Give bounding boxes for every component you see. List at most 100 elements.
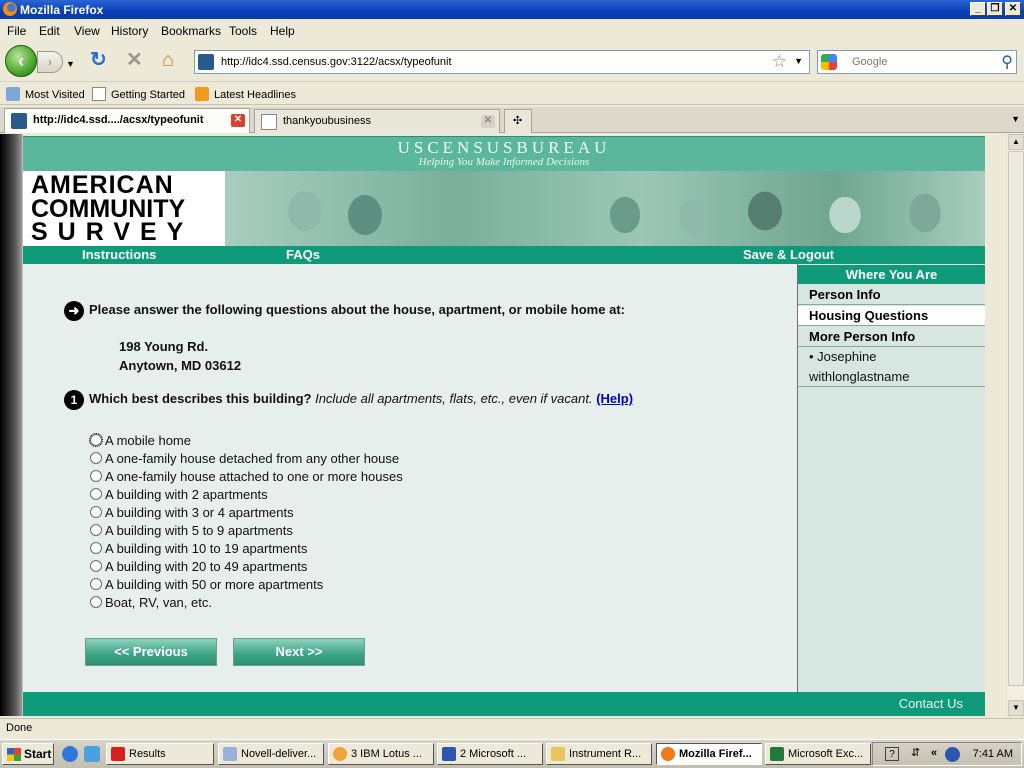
tab-thankyoubusiness[interactable]: thankyoubusiness ✕ bbox=[254, 109, 500, 133]
help-link[interactable]: (Help) bbox=[596, 391, 633, 406]
radio-button[interactable] bbox=[90, 524, 102, 536]
option-one-family-attached[interactable]: A one-family house attached to one or mo… bbox=[90, 469, 403, 485]
task-label: Microsoft Exc... bbox=[788, 748, 864, 760]
maximize-button[interactable]: ❐ bbox=[987, 2, 1003, 16]
tray-expand-icon[interactable]: « bbox=[931, 747, 937, 759]
google-icon[interactable] bbox=[821, 54, 837, 70]
option-label: A mobile home bbox=[105, 433, 191, 448]
next-button[interactable]: Next >> bbox=[233, 638, 365, 666]
sidebar-item-person-info[interactable]: Person Info bbox=[798, 285, 985, 305]
search-box[interactable]: Google ⚲ bbox=[817, 50, 1017, 74]
tab-typeofunit[interactable]: http://idc4.ssd..../acsx/typeofunit ✕ bbox=[4, 108, 250, 133]
quicklaunch-icon[interactable] bbox=[84, 746, 100, 762]
sidebar-item-more-person-info[interactable]: More Person Info bbox=[798, 327, 985, 347]
word-icon bbox=[442, 747, 456, 761]
sidebar-person-lastname[interactable]: withlonglastname bbox=[809, 369, 909, 384]
option-boat-rv-van[interactable]: Boat, RV, van, etc. bbox=[90, 595, 212, 611]
instructions-link[interactable]: Instructions bbox=[82, 247, 156, 262]
option-label: A building with 50 or more apartments bbox=[105, 577, 324, 592]
task-results[interactable]: Results bbox=[106, 743, 214, 765]
search-icon[interactable]: ⚲ bbox=[1001, 52, 1013, 72]
bookmark-star-icon[interactable]: ☆ bbox=[772, 52, 787, 72]
close-tab-icon[interactable]: ✕ bbox=[481, 115, 495, 128]
menu-history[interactable]: History bbox=[111, 24, 148, 38]
save-logout-link[interactable]: Save & Logout bbox=[743, 247, 834, 262]
option-5-9-apartments[interactable]: A building with 5 to 9 apartments bbox=[90, 523, 293, 539]
scroll-down-icon[interactable]: ▼ bbox=[1008, 700, 1024, 716]
menu-help[interactable]: Help bbox=[270, 24, 295, 38]
address-dropdown-icon[interactable]: ▼ bbox=[794, 56, 803, 66]
sidebar-item-housing-questions[interactable]: Housing Questions bbox=[798, 306, 985, 326]
tray-arrows-icon[interactable]: ⇵ bbox=[911, 746, 920, 759]
faqs-link[interactable]: FAQs bbox=[286, 247, 320, 262]
scroll-up-icon[interactable]: ▲ bbox=[1008, 134, 1024, 150]
close-window-button[interactable]: ✕ bbox=[1005, 2, 1021, 16]
task-novell-deliver[interactable]: Novell-deliver... bbox=[218, 743, 324, 765]
previous-button[interactable]: << Previous bbox=[85, 638, 217, 666]
menu-tools[interactable]: Tools bbox=[229, 24, 257, 38]
option-mobile-home[interactable]: A mobile home bbox=[89, 433, 191, 449]
tab-label: http://idc4.ssd..../acsx/typeofunit bbox=[33, 114, 204, 126]
scroll-thumb[interactable] bbox=[1008, 151, 1024, 686]
radio-button[interactable] bbox=[90, 578, 102, 590]
history-dropdown-icon[interactable]: ▼ bbox=[66, 54, 75, 74]
home-icon[interactable]: ⌂ bbox=[162, 50, 174, 70]
novell-icon bbox=[111, 747, 125, 761]
help-icon[interactable]: ? bbox=[885, 747, 899, 761]
radio-button[interactable] bbox=[89, 433, 103, 447]
task-label: Instrument R... bbox=[569, 748, 642, 760]
menu-file[interactable]: File bbox=[7, 24, 26, 38]
task-mozilla-firefox[interactable]: Mozilla Firef... bbox=[656, 743, 762, 765]
bookmark-latest-headlines[interactable]: Latest Headlines bbox=[195, 87, 296, 101]
new-tab-button[interactable]: ✣ bbox=[504, 109, 532, 133]
back-button[interactable]: ‹ bbox=[5, 45, 37, 77]
option-label: A building with 2 apartments bbox=[105, 487, 268, 502]
task-ibm-lotus[interactable]: 3 IBM Lotus ... bbox=[328, 743, 434, 765]
task-microsoft-excel[interactable]: Microsoft Exc... bbox=[765, 743, 871, 765]
radio-button[interactable] bbox=[90, 452, 102, 464]
clock: 7:41 AM bbox=[972, 748, 1013, 760]
radio-button[interactable] bbox=[90, 470, 102, 482]
option-10-19-apartments[interactable]: A building with 10 to 19 apartments bbox=[90, 541, 307, 557]
option-50-plus-apartments[interactable]: A building with 50 or more apartments bbox=[90, 577, 323, 593]
folder-icon bbox=[6, 87, 20, 101]
start-button[interactable]: Start bbox=[2, 743, 54, 765]
option-label: Boat, RV, van, etc. bbox=[105, 595, 212, 610]
address-bar[interactable]: http://idc4.ssd.census.gov:3122/acsx/typ… bbox=[194, 50, 810, 74]
address-line-2: Anytown, MD 03612 bbox=[119, 358, 242, 373]
vertical-scrollbar[interactable]: ▲ ▼ bbox=[1006, 134, 1024, 716]
option-2-apartments[interactable]: A building with 2 apartments bbox=[90, 487, 268, 503]
status-text: Done bbox=[6, 722, 33, 734]
menu-edit[interactable]: Edit bbox=[39, 24, 60, 38]
contact-us-link[interactable]: Contact Us bbox=[899, 696, 963, 711]
radio-button[interactable] bbox=[90, 542, 102, 554]
bookmark-most-visited[interactable]: Most Visited bbox=[6, 87, 85, 101]
ie-icon[interactable] bbox=[62, 746, 78, 762]
radio-button[interactable] bbox=[90, 596, 102, 608]
firefox-icon bbox=[3, 2, 17, 16]
task-label: 3 IBM Lotus ... bbox=[351, 748, 422, 760]
forward-button[interactable]: › bbox=[37, 51, 63, 73]
window-title-bar[interactable]: Mozilla Firefox _ ❐ ✕ bbox=[0, 0, 1024, 19]
stop-icon[interactable]: ✕ bbox=[126, 50, 143, 70]
menu-bookmarks[interactable]: Bookmarks bbox=[161, 24, 221, 38]
minimize-button[interactable]: _ bbox=[970, 2, 986, 16]
tab-list-dropdown-icon[interactable]: ▼ bbox=[1011, 114, 1020, 124]
radio-button[interactable] bbox=[90, 560, 102, 572]
option-one-family-detached[interactable]: A one-family house detached from any oth… bbox=[90, 451, 399, 467]
sidebar-person-name[interactable]: • Josephine bbox=[809, 349, 876, 364]
task-instrument[interactable]: Instrument R... bbox=[546, 743, 652, 765]
bookmark-getting-started[interactable]: Getting Started bbox=[92, 87, 185, 101]
network-icon[interactable] bbox=[945, 747, 960, 762]
option-3-4-apartments[interactable]: A building with 3 or 4 apartments bbox=[90, 505, 294, 521]
menu-bar: File Edit View History Bookmarks Tools H… bbox=[0, 20, 1024, 41]
menu-view[interactable]: View bbox=[74, 24, 100, 38]
radio-button[interactable] bbox=[90, 488, 102, 500]
census-tagline: Helping You Make Informed Decisions bbox=[418, 156, 590, 168]
reload-icon[interactable]: ↻ bbox=[90, 50, 107, 70]
option-20-49-apartments[interactable]: A building with 20 to 49 apartments bbox=[90, 559, 307, 575]
close-tab-icon[interactable]: ✕ bbox=[231, 114, 245, 127]
radio-button[interactable] bbox=[90, 506, 102, 518]
acs-banner: AMERICAN COMMUNITY SURVEY bbox=[23, 171, 985, 246]
task-microsoft-word[interactable]: 2 Microsoft ... bbox=[437, 743, 543, 765]
